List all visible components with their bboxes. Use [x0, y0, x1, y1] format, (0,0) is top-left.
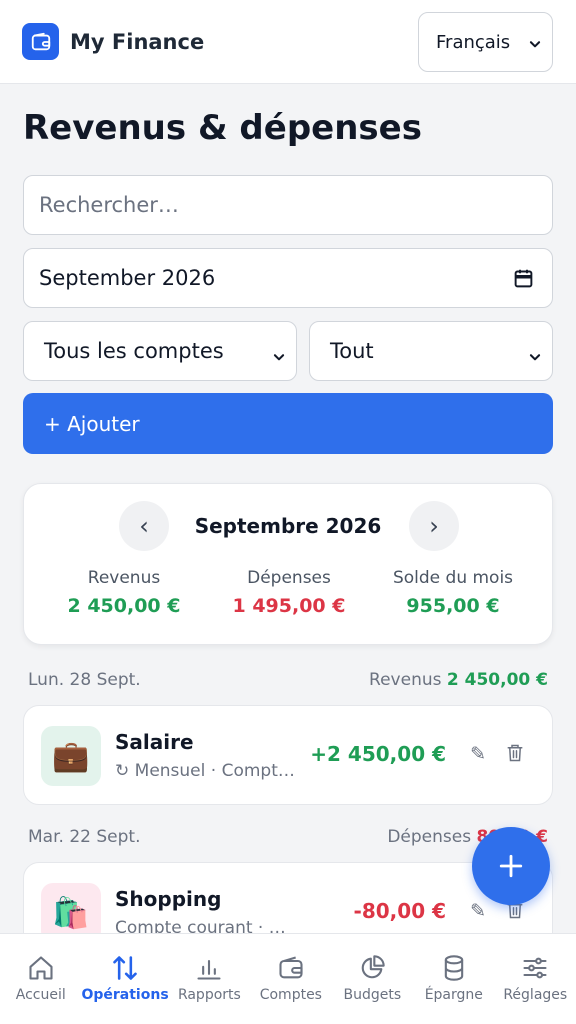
database-icon — [444, 955, 464, 981]
nav-label: Rapports — [177, 987, 241, 1003]
type-select[interactable]: Tout — [309, 321, 553, 381]
month-summary-card: ‹ Septembre 2026 › Revenus 2 450,00 € Dé… — [23, 483, 553, 645]
nav-item-home[interactable]: Accueil — [0, 934, 81, 1024]
transaction-subtitle: ↻ Mensuel · Compte courant — [115, 761, 295, 781]
income-stat: Revenus 2 450,00 € — [36, 568, 212, 617]
nav-item-reports[interactable]: Rapports — [169, 934, 250, 1024]
day-total: Revenus 2 450,00 € — [369, 670, 548, 690]
expense-stat: Dépenses 1 495,00 € — [201, 568, 377, 617]
income-label: Revenus — [87, 568, 161, 588]
day-header: Mar. 22 Sept. Dépenses 80,00 € — [28, 827, 548, 847]
expense-label: Dépenses — [247, 568, 331, 588]
transfer-arrows-icon — [113, 956, 137, 980]
transaction-title: Salaire — [115, 730, 194, 754]
language-value: Français — [436, 31, 511, 53]
bottom-nav: Accueil Opérations Rapports Comptes Budg… — [0, 933, 576, 1024]
chevron-down-icon — [272, 345, 286, 369]
edit-pencil-icon[interactable]: ✎ — [470, 900, 486, 922]
month-input[interactable]: September 2026 — [23, 248, 553, 308]
add-transaction-fab[interactable] — [472, 827, 550, 905]
app-name: My Finance — [70, 29, 205, 54]
nav-item-operations[interactable]: Opérations — [81, 934, 169, 1024]
top-bar: My Finance Français — [0, 0, 576, 84]
wallet-logo-icon — [22, 23, 59, 60]
search-input[interactable]: Rechercher… — [23, 175, 553, 235]
day-total-value: 2 450,00 € — [446, 670, 548, 690]
add-button[interactable]: + Ajouter — [23, 393, 553, 454]
transaction-amount: -80,00 € — [353, 899, 446, 923]
day-date: Lun. 28 Sept. — [28, 670, 141, 690]
home-icon — [29, 956, 53, 980]
transaction-card[interactable]: 💼 Salaire ↻ Mensuel · Compte courant +2 … — [23, 705, 553, 805]
briefcase-icon: 💼 — [41, 726, 101, 786]
nav-item-accounts[interactable]: Comptes — [250, 934, 331, 1024]
nav-label: Épargne — [424, 987, 483, 1003]
nav-label: Réglages — [503, 987, 568, 1003]
sliders-icon — [523, 957, 547, 979]
day-header: Lun. 28 Sept. Revenus 2 450,00 € — [28, 670, 548, 690]
bar-chart-icon — [197, 959, 221, 980]
balance-value: 955,00 € — [406, 595, 500, 617]
balance-label: Solde du mois — [392, 568, 514, 588]
expense-value: 1 495,00 € — [232, 595, 346, 617]
wallet-icon — [279, 956, 303, 979]
language-select[interactable]: Français — [418, 12, 553, 72]
day-date: Mar. 22 Sept. — [28, 827, 141, 847]
calendar-icon[interactable] — [513, 268, 534, 294]
income-value: 2 450,00 € — [67, 595, 181, 617]
chevron-down-icon — [528, 345, 542, 369]
nav-label: Budgets — [343, 987, 402, 1003]
nav-item-savings[interactable]: Épargne — [413, 934, 494, 1024]
nav-item-settings[interactable]: Réglages — [495, 934, 576, 1024]
nav-item-budgets[interactable]: Budgets — [332, 934, 413, 1024]
page-title: Revenus & dépenses — [23, 108, 422, 148]
chevron-down-icon — [528, 35, 542, 56]
day-total-label: Dépenses — [387, 827, 472, 847]
day-total-label: Revenus — [369, 670, 442, 690]
account-select-value: Tous les comptes — [44, 339, 224, 363]
search-placeholder: Rechercher… — [39, 193, 179, 217]
nav-label: Comptes — [259, 987, 322, 1003]
month-input-value: September 2026 — [39, 266, 216, 290]
pie-chart-icon — [362, 955, 386, 979]
transaction-title: Shopping — [115, 887, 222, 911]
month-label: Septembre 2026 — [194, 514, 382, 538]
nav-label: Accueil — [15, 987, 66, 1003]
next-month-button[interactable]: › — [409, 501, 459, 551]
account-select[interactable]: Tous les comptes — [23, 321, 297, 381]
nav-label: Opérations — [81, 987, 169, 1003]
trash-icon[interactable] — [506, 743, 524, 767]
balance-stat: Solde du mois 955,00 € — [365, 568, 541, 617]
transaction-amount: +2 450,00 € — [310, 742, 446, 766]
plus-icon — [499, 854, 523, 878]
type-select-value: Tout — [330, 339, 374, 363]
edit-pencil-icon[interactable]: ✎ — [470, 743, 486, 765]
